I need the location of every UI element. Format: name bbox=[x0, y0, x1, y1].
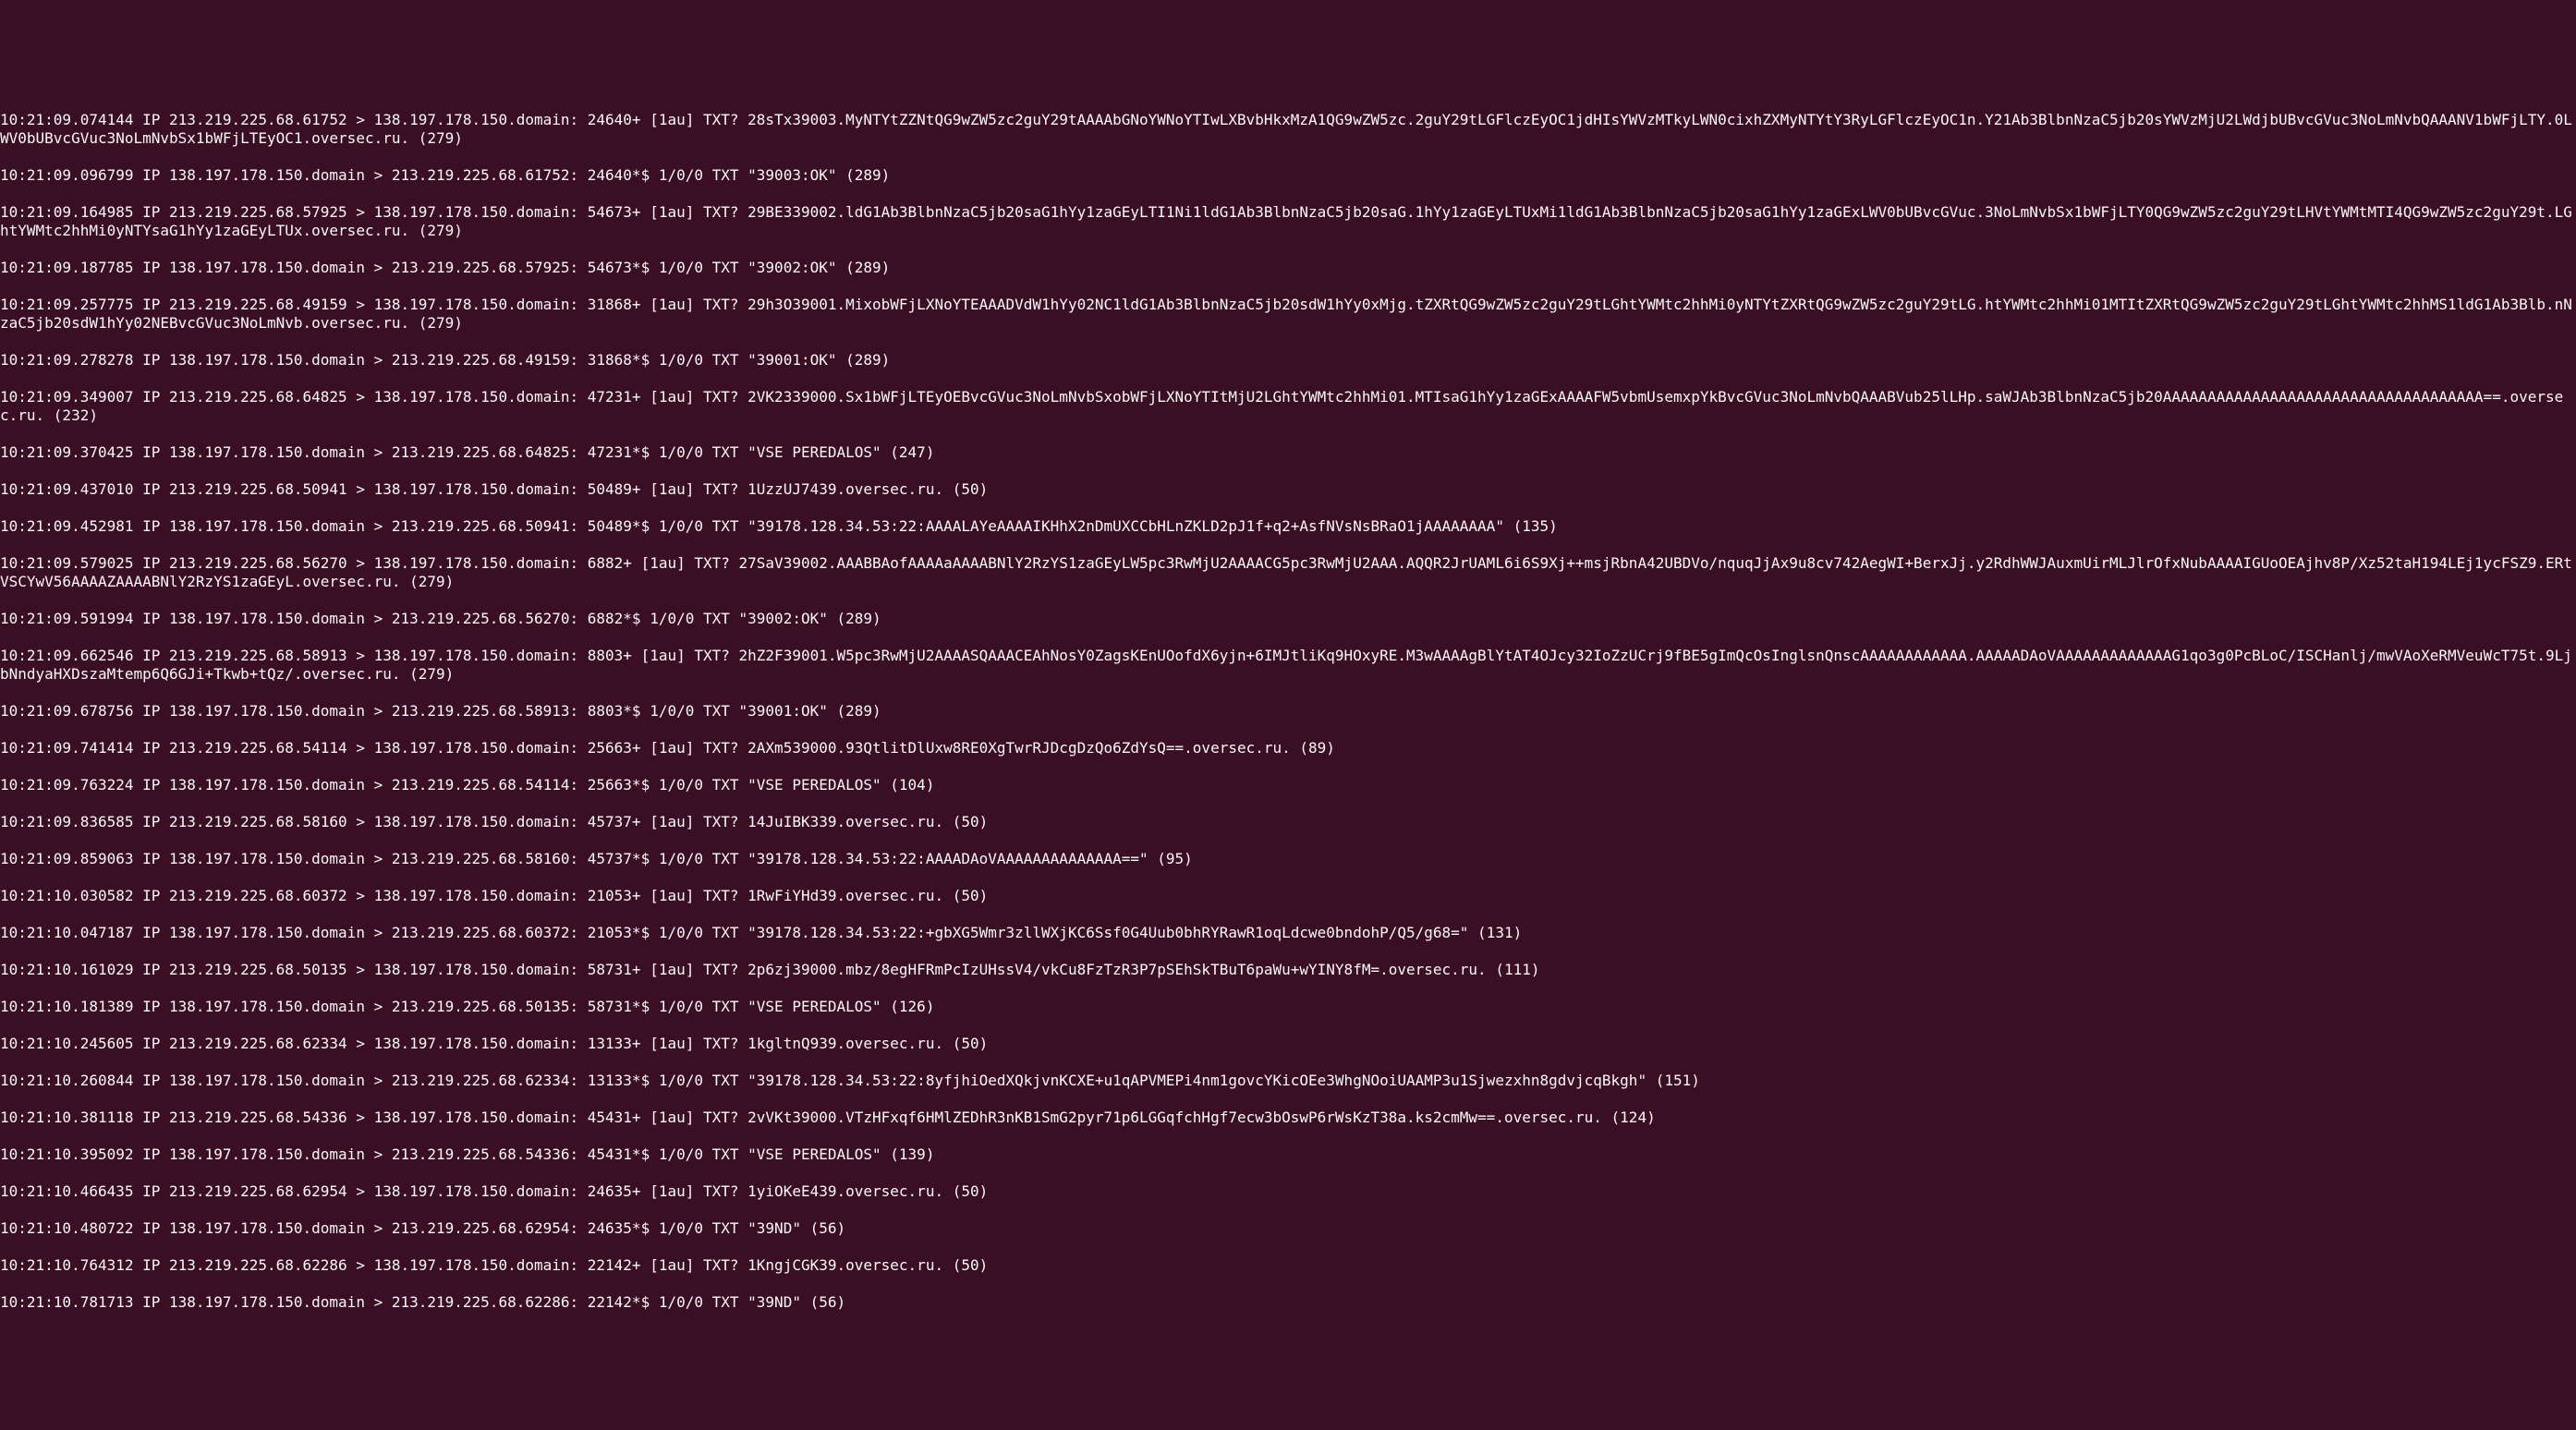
log-line: 10:21:10.245605 IP 213.219.225.68.62334 … bbox=[0, 1035, 2576, 1053]
log-line: 10:21:09.452981 IP 138.197.178.150.domai… bbox=[0, 517, 2576, 536]
log-line: 10:21:09.257775 IP 213.219.225.68.49159 … bbox=[0, 296, 2576, 333]
log-line: 10:21:09.836585 IP 213.219.225.68.58160 … bbox=[0, 813, 2576, 831]
log-line: 10:21:09.187785 IP 138.197.178.150.domai… bbox=[0, 259, 2576, 277]
log-line: 10:21:09.074144 IP 213.219.225.68.61752 … bbox=[0, 111, 2576, 148]
log-line: 10:21:09.591994 IP 138.197.178.150.domai… bbox=[0, 610, 2576, 628]
log-line: 10:21:09.579025 IP 213.219.225.68.56270 … bbox=[0, 554, 2576, 591]
log-line: 10:21:10.161029 IP 213.219.225.68.50135 … bbox=[0, 961, 2576, 979]
log-line: 10:21:10.260844 IP 138.197.178.150.domai… bbox=[0, 1072, 2576, 1090]
log-line: 10:21:09.437010 IP 213.219.225.68.50941 … bbox=[0, 480, 2576, 499]
log-line: 10:21:09.859063 IP 138.197.178.150.domai… bbox=[0, 850, 2576, 868]
log-line: 10:21:10.381118 IP 213.219.225.68.54336 … bbox=[0, 1109, 2576, 1127]
terminal-output: 10:21:09.074144 IP 213.219.225.68.61752 … bbox=[0, 92, 2576, 1330]
log-line: 10:21:09.678756 IP 138.197.178.150.domai… bbox=[0, 702, 2576, 721]
log-line: 10:21:10.181389 IP 138.197.178.150.domai… bbox=[0, 998, 2576, 1016]
log-line: 10:21:10.764312 IP 213.219.225.68.62286 … bbox=[0, 1256, 2576, 1275]
log-line: 10:21:10.030582 IP 213.219.225.68.60372 … bbox=[0, 887, 2576, 905]
log-line: 10:21:10.395092 IP 138.197.178.150.domai… bbox=[0, 1145, 2576, 1164]
log-line: 10:21:09.662546 IP 213.219.225.68.58913 … bbox=[0, 647, 2576, 684]
log-line: 10:21:10.047187 IP 138.197.178.150.domai… bbox=[0, 924, 2576, 942]
log-line: 10:21:09.278278 IP 138.197.178.150.domai… bbox=[0, 351, 2576, 370]
log-line: 10:21:10.781713 IP 138.197.178.150.domai… bbox=[0, 1293, 2576, 1312]
log-line: 10:21:09.763224 IP 138.197.178.150.domai… bbox=[0, 776, 2576, 794]
log-line: 10:21:09.164985 IP 213.219.225.68.57925 … bbox=[0, 203, 2576, 240]
log-line: 10:21:09.741414 IP 213.219.225.68.54114 … bbox=[0, 739, 2576, 757]
log-line: 10:21:09.370425 IP 138.197.178.150.domai… bbox=[0, 443, 2576, 462]
log-line: 10:21:10.480722 IP 138.197.178.150.domai… bbox=[0, 1219, 2576, 1238]
log-line: 10:21:09.349007 IP 213.219.225.68.64825 … bbox=[0, 388, 2576, 425]
log-line: 10:21:09.096799 IP 138.197.178.150.domai… bbox=[0, 166, 2576, 185]
log-line: 10:21:10.466435 IP 213.219.225.68.62954 … bbox=[0, 1182, 2576, 1201]
